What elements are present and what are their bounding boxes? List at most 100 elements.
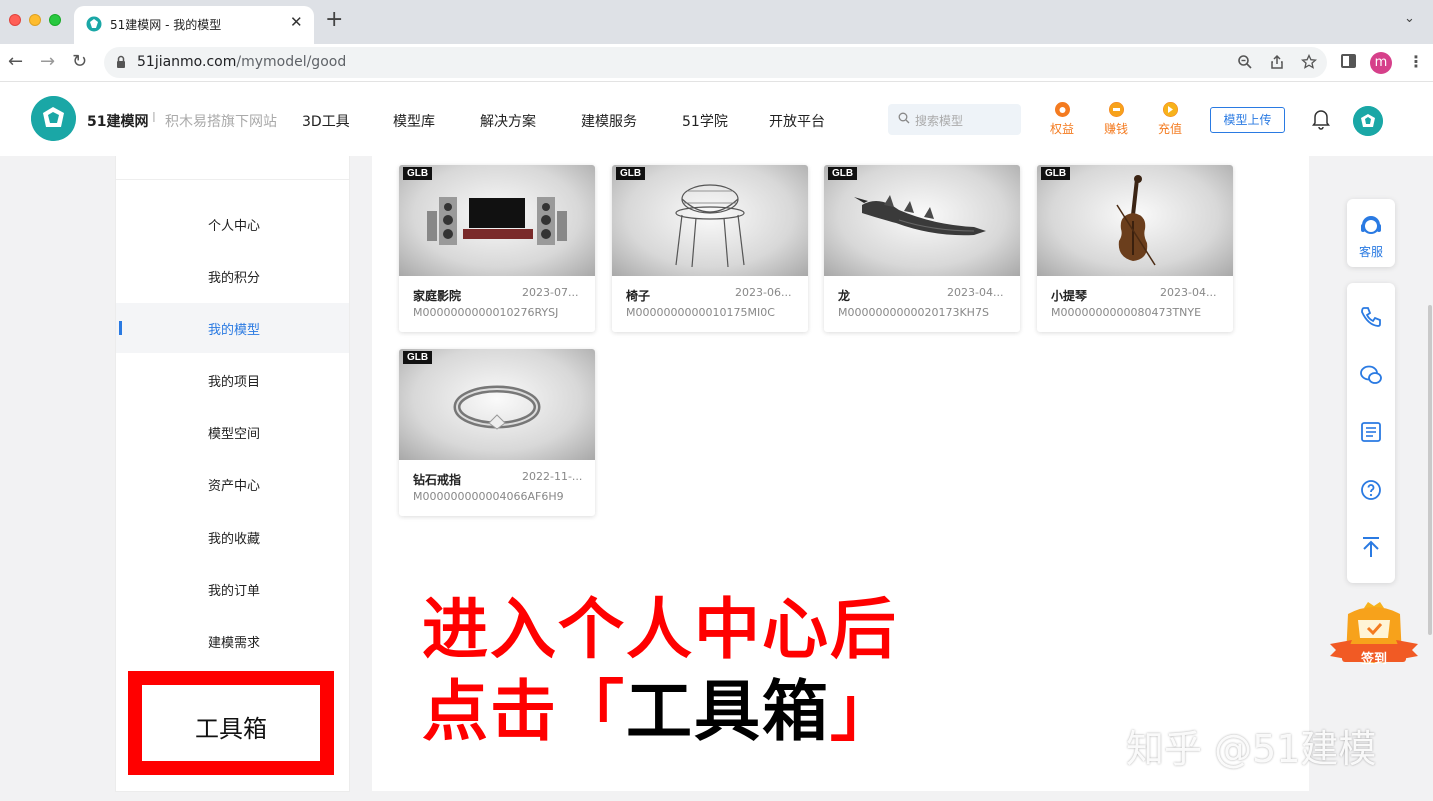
- model-card[interactable]: GLB 钻石戒指 2022-11-... M000000000004066AF6…: [399, 349, 595, 516]
- sidebar-item-model-space[interactable]: 模型空间: [116, 407, 349, 457]
- url-host: 51jianmo.com: [137, 54, 237, 70]
- model-name: 钻石戒指: [413, 473, 462, 487]
- window-minimize-button[interactable]: [29, 14, 41, 26]
- search-input[interactable]: 搜索模型: [888, 104, 1021, 135]
- sidebar-item-toolbox[interactable]: 工具箱: [128, 671, 334, 775]
- recharge-icon: [1162, 102, 1178, 117]
- model-date: 2023-06...: [735, 286, 792, 299]
- browser-menu-icon[interactable]: ⋮: [1408, 52, 1424, 71]
- back-arrow-icon[interactable]: ←: [8, 51, 23, 73]
- model-card[interactable]: GLB 龙 2023-04... M0000000000020173KH7S: [824, 165, 1020, 332]
- model-code: M000000000004066AF6H9: [413, 490, 564, 503]
- sidebar-item-projects[interactable]: 我的项目: [116, 355, 349, 405]
- sign-in-button[interactable]: 签到: [1328, 600, 1420, 672]
- model-thumbnail: GLB: [612, 165, 808, 276]
- sidebar-item-label: 我的项目: [208, 375, 261, 390]
- window-close-button[interactable]: [9, 14, 21, 26]
- sidebar-item-label: 个人中心: [208, 219, 261, 234]
- format-badge: GLB: [828, 167, 858, 180]
- sidebar-item-favorites[interactable]: 我的收藏: [116, 512, 349, 562]
- bell-icon[interactable]: [1311, 108, 1331, 130]
- nav-open-platform[interactable]: 开放平台: [769, 111, 825, 131]
- nav-3d-tools[interactable]: 3D工具: [302, 111, 350, 131]
- model-thumbnail: GLB: [1037, 165, 1233, 276]
- sidebar-item-label: 资产中心: [208, 479, 261, 494]
- browser-tab-active[interactable]: 51建模网 - 我的模型 ✕: [74, 6, 314, 44]
- customer-service-label: 客服: [1358, 245, 1383, 259]
- model-thumbnail: GLB: [824, 165, 1020, 276]
- sidebar-item-label: 我的订单: [208, 584, 261, 599]
- model-card[interactable]: GLB 椅子 2023-06... M0000000000010175MI0C: [612, 165, 808, 332]
- model-thumbnail: GLB: [399, 349, 595, 460]
- home-theater-image: [427, 197, 567, 245]
- phone-icon[interactable]: [1359, 305, 1383, 329]
- account-sidebar: 个人中心 我的积分 我的模型 我的项目 模型空间 资产中心 我的收藏 我的订单 …: [115, 156, 350, 792]
- new-tab-button[interactable]: +: [325, 9, 343, 31]
- site-favicon-icon: [86, 16, 102, 32]
- watermark: 知乎 @51建模: [1126, 727, 1377, 771]
- nav-academy[interactable]: 51学院: [682, 111, 728, 131]
- nav-solutions[interactable]: 解决方案: [480, 111, 536, 131]
- sidebar-item-label: 我的模型: [208, 323, 261, 338]
- lock-icon: [117, 55, 125, 68]
- profile-avatar[interactable]: m: [1370, 52, 1392, 74]
- model-code: M0000000000020173KH7S: [838, 306, 989, 319]
- benefits-link[interactable]: 权益: [1047, 102, 1077, 137]
- model-date: 2022-11-...: [522, 470, 583, 483]
- model-thumbnail: GLB: [399, 165, 595, 276]
- chair-image: [675, 184, 745, 268]
- recharge-link[interactable]: 充值: [1155, 102, 1185, 137]
- model-name: 家庭影院: [413, 289, 462, 303]
- model-card[interactable]: GLB 小提琴 2023-04... M0000000000080473TNYE: [1037, 165, 1233, 332]
- nav-model-library[interactable]: 模型库: [393, 111, 435, 131]
- side-panel-icon[interactable]: [1341, 54, 1356, 68]
- reload-icon[interactable]: ↻: [72, 51, 87, 73]
- sidebar-item-assets[interactable]: 资产中心: [116, 459, 349, 509]
- forward-arrow-icon[interactable]: →: [40, 51, 55, 73]
- sidebar-item-label: 我的收藏: [208, 532, 261, 547]
- search-placeholder: 搜索模型: [915, 114, 964, 128]
- instruction-suffix: 」: [830, 673, 898, 750]
- format-badge: GLB: [403, 351, 433, 364]
- instruction-line-2: 点击「工具箱」: [422, 658, 898, 754]
- model-code: M0000000000010175MI0C: [626, 306, 775, 319]
- model-upload-button[interactable]: 模型上传: [1210, 107, 1285, 133]
- share-icon[interactable]: [1269, 54, 1285, 70]
- user-avatar[interactable]: [1353, 106, 1383, 136]
- tab-search-chevron-icon[interactable]: ⌄: [1404, 11, 1415, 26]
- bookmark-star-icon[interactable]: [1301, 54, 1317, 70]
- site-logo-icon[interactable]: [31, 96, 76, 141]
- tab-title: 51建模网 - 我的模型: [110, 18, 222, 32]
- sidebar-item-orders[interactable]: 我的订单: [116, 564, 349, 614]
- sidebar-divider: [116, 179, 349, 180]
- tab-close-icon[interactable]: ✕: [290, 13, 303, 31]
- sidebar-item-points[interactable]: 我的积分: [116, 251, 349, 301]
- url-path: /mymodel/good: [236, 54, 347, 70]
- browser-tab-bar: 51建模网 - 我的模型 ✕ + ⌄: [0, 0, 1433, 44]
- float-toolbar: [1347, 283, 1395, 583]
- earn-link[interactable]: 赚钱: [1101, 102, 1131, 137]
- window-zoom-button[interactable]: [49, 14, 61, 26]
- sidebar-item-my-models[interactable]: 我的模型: [116, 303, 349, 353]
- help-icon[interactable]: [1359, 478, 1383, 502]
- news-icon[interactable]: [1359, 420, 1383, 444]
- address-bar[interactable]: 51jianmo.com/mymodel/good: [104, 47, 1327, 78]
- model-date: 2023-04...: [947, 286, 1004, 299]
- back-to-top-icon[interactable]: [1359, 535, 1383, 559]
- earn-label: 赚钱: [1103, 122, 1128, 136]
- model-card[interactable]: GLB 家庭影院 2023-07... M0000000000010276RYS…: [399, 165, 595, 332]
- wechat-icon[interactable]: [1359, 363, 1383, 387]
- site-name[interactable]: 51建模网: [87, 111, 148, 131]
- format-badge: GLB: [616, 167, 646, 180]
- nav-modeling-service[interactable]: 建模服务: [581, 111, 637, 131]
- model-date: 2023-07...: [522, 286, 579, 299]
- medal-icon: [1054, 102, 1070, 117]
- zoom-icon[interactable]: [1237, 54, 1253, 70]
- sidebar-item-personal-center[interactable]: 个人中心: [116, 199, 349, 249]
- customer-service-button[interactable]: 客服: [1347, 199, 1395, 267]
- sign-in-label: 签到: [1360, 652, 1387, 667]
- model-name: 小提琴: [1051, 289, 1088, 303]
- page-scrollbar[interactable]: [1428, 305, 1432, 635]
- sidebar-item-modeling-demand[interactable]: 建模需求: [116, 616, 349, 666]
- format-badge: GLB: [403, 167, 433, 180]
